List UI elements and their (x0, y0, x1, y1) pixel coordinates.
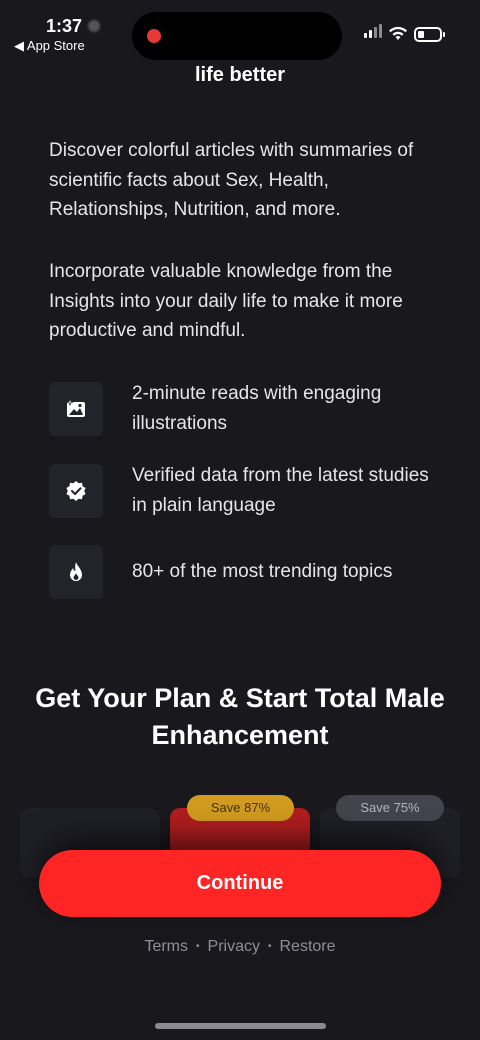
dynamic-island (132, 12, 342, 60)
verified-badge-icon (49, 464, 103, 518)
continue-button[interactable]: Continue (39, 850, 441, 917)
save-badge-75: Save 75% (336, 795, 444, 821)
separator-dot: • (267, 941, 272, 953)
feature-item-reads: 2-minute reads with engaging illustratio… (49, 382, 449, 442)
flame-icon (49, 545, 103, 599)
back-to-app-store[interactable]: ◀ App Store (14, 38, 85, 54)
recording-indicator-icon (147, 29, 161, 43)
description-paragraph-1: Discover colorful articles with summarie… (49, 140, 414, 220)
feature-text-topics: 80+ of the most trending topics (132, 561, 393, 582)
feature-text-reads: 2-minute reads with engaging illustratio… (132, 383, 382, 434)
home-indicator[interactable] (155, 1023, 326, 1029)
plan-section-title: Get Your Plan & Start Total Male Enhance… (35, 683, 445, 750)
save-badge-87: Save 87% (187, 795, 294, 821)
page-title-line2: life better (194, 64, 286, 86)
separator-dot: • (196, 941, 200, 953)
description-paragraph-2: Incorporate valuable knowledge from the … (49, 261, 403, 341)
feature-item-topics: 80+ of the most trending topics (49, 545, 449, 605)
image-sparkle-icon (49, 382, 103, 436)
privacy-link[interactable]: Privacy (208, 938, 260, 955)
feature-text-verified: Verified data from the latest studies in… (132, 465, 429, 516)
feature-item-verified: Verified data from the latest studies in… (49, 464, 449, 524)
terms-link[interactable]: Terms (144, 938, 188, 955)
footer-links: Terms • Privacy • Restore (0, 938, 480, 956)
restore-link[interactable]: Restore (280, 938, 336, 955)
